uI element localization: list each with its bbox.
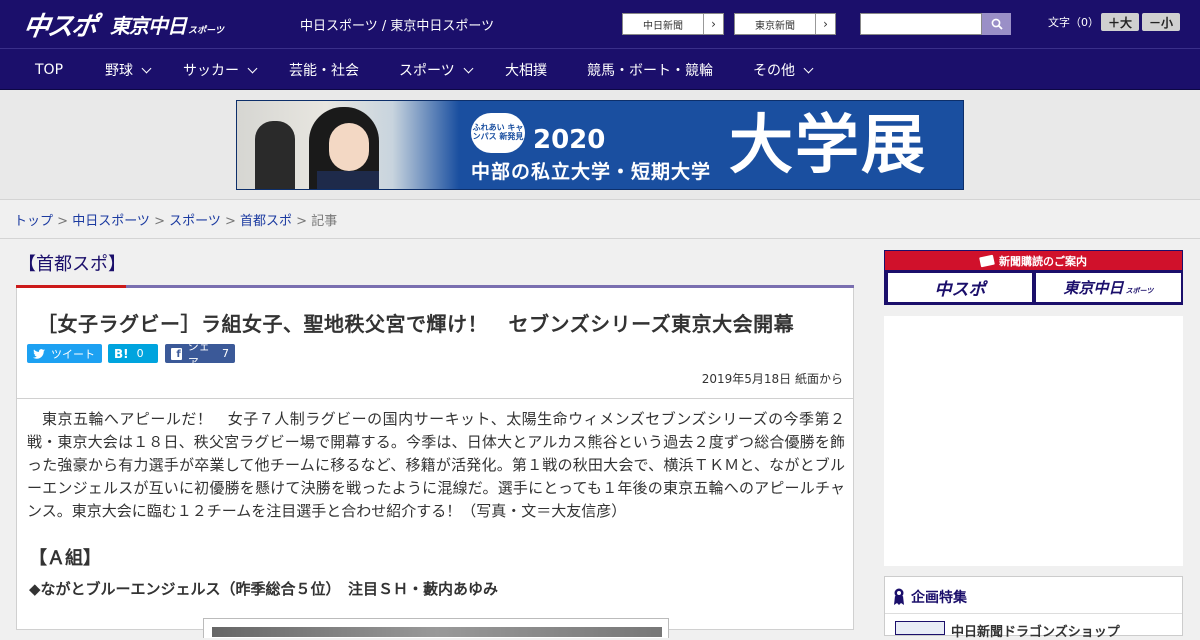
feature-title: 企画特集 xyxy=(893,587,967,607)
nav-label: 野球 xyxy=(105,63,133,79)
nav-item-soccer[interactable]: サッカー xyxy=(183,49,258,91)
nav-label: 芸能・社会 xyxy=(289,63,359,79)
nav-item-sumo[interactable]: 大相撲 xyxy=(505,49,547,91)
chevron-right-icon: › xyxy=(815,14,835,34)
nav-label: スポーツ xyxy=(399,63,455,79)
nav-item-top[interactable]: TOP xyxy=(35,49,63,91)
nav-item-sports[interactable]: スポーツ xyxy=(399,49,474,91)
search-icon xyxy=(991,18,1003,30)
feature-title-label: 企画特集 xyxy=(911,590,967,606)
breadcrumb: トップ > 中日スポーツ > スポーツ > 首都スポ > 記事 xyxy=(14,210,337,229)
logo-chuspo: 中スポ xyxy=(21,11,98,42)
subscribe-tokyo-small: スポーツ xyxy=(1125,286,1154,295)
font-smaller-button[interactable]: －小 xyxy=(1142,13,1180,31)
site-logo[interactable]: 中スポ 東京中日 スポーツ xyxy=(21,6,224,42)
tweet-label: ツイート xyxy=(51,347,95,361)
student-uniform xyxy=(317,171,379,189)
banner-year: 2020 xyxy=(533,125,606,155)
article-body: 東京五輪へアピールだ！ 女子７人制ラグビーの国内サーキット、太陽生命ウィメンズセ… xyxy=(27,410,845,520)
nav-item-racing[interactable]: 競馬・ボート・競輪 xyxy=(587,49,713,91)
article-date: 2019年5月18日 紙面から xyxy=(701,372,843,386)
subscription-header[interactable]: 新聞購読のご案内 xyxy=(885,251,1182,270)
font-size-label: 文字（0） xyxy=(1048,16,1099,29)
feature-box: 企画特集 中日新聞ドラゴンズショップ xyxy=(884,576,1183,640)
subscription-label: 新聞購読のご案内 xyxy=(999,254,1087,268)
banner-subtitle: 中部の私立大学・短期大学 xyxy=(471,161,712,183)
article: ［女子ラグビー］ラ組女子、聖地秩父宮で輝け！ セブンズシリーズ東京大会開幕 ツイ… xyxy=(16,288,854,638)
chevron-down-icon xyxy=(247,63,258,73)
newspaper-icon xyxy=(979,254,995,267)
nav-label: サッカー xyxy=(183,63,239,79)
breadcrumb-top[interactable]: トップ xyxy=(14,214,53,229)
logo-tokyo-chunichi: 東京中日 xyxy=(110,13,187,38)
university-fair-banner[interactable]: ふれあい キャンパス 新発見 2020 中部の私立大学・短期大学 大学展 xyxy=(236,100,964,190)
breadcrumb-sep: > xyxy=(292,214,312,229)
student-face xyxy=(329,123,369,171)
team-heading: ◆ながとブルーエンジェルス（昨季総合５位） 注目ＳＨ・藪内あゆみ xyxy=(29,580,499,598)
divider xyxy=(0,238,1200,239)
nav-label: TOP xyxy=(35,62,64,78)
advertisement-slot xyxy=(884,316,1183,566)
subscribe-tokyo-label: 東京中日 xyxy=(1063,279,1124,297)
dragons-shop-thumbnail[interactable] xyxy=(895,621,945,635)
breadcrumb-chunichi-sports[interactable]: 中日スポーツ xyxy=(72,214,150,229)
hatena-count: 0 xyxy=(136,347,144,360)
hatena-icon: B! xyxy=(114,346,129,361)
subscribe-chuspo-button[interactable]: 中スポ xyxy=(888,273,1032,302)
student-figure xyxy=(255,121,295,189)
tokyo-shimbun-link[interactable]: 東京新聞 › xyxy=(734,13,836,35)
feature-separator xyxy=(885,613,1182,614)
site-header: 中スポ 東京中日 スポーツ 中日スポーツ / 東京中日スポーツ 中日新聞 › 東… xyxy=(0,0,1200,48)
banner-area: ふれあい キャンパス 新発見 2020 中部の私立大学・短期大学 大学展 xyxy=(0,90,1200,200)
breadcrumb-sep: > xyxy=(149,214,170,229)
article-photo xyxy=(212,627,662,637)
main-nav: TOP 野球 サッカー 芸能・社会 スポーツ 大相撲 競馬・ボート・競輪 その他 xyxy=(0,48,1200,90)
facebook-share-label: シェア xyxy=(187,339,210,369)
chunichi-shimbun-link[interactable]: 中日新聞 › xyxy=(622,13,724,35)
nav-label: その他 xyxy=(753,63,795,79)
facebook-share-count: 7 xyxy=(222,347,229,360)
breadcrumb-sep: > xyxy=(53,214,73,229)
nav-label: 大相撲 xyxy=(505,63,547,79)
category-heading: 【首都スポ】 xyxy=(18,254,126,275)
nav-item-entertainment[interactable]: 芸能・社会 xyxy=(289,49,359,91)
twitter-bird-icon xyxy=(33,348,45,359)
breadcrumb-sports[interactable]: スポーツ xyxy=(169,214,221,229)
breadcrumb-sep: > xyxy=(220,214,241,229)
site-title: 中日スポーツ / 東京中日スポーツ xyxy=(300,19,495,34)
search-button[interactable] xyxy=(982,13,1011,35)
chunichi-shimbun-label: 中日新聞 xyxy=(643,20,683,32)
hatena-bookmark-button[interactable]: B! 0 xyxy=(108,344,158,363)
chevron-down-icon xyxy=(141,63,152,73)
tweet-button[interactable]: ツイート xyxy=(27,344,102,363)
feature-item-dragons-shop[interactable]: 中日新聞ドラゴンズショップ xyxy=(951,621,1120,640)
tokyo-shimbun-label: 東京新聞 xyxy=(755,20,795,32)
breadcrumb-current: 記事 xyxy=(311,214,338,229)
group-heading: 【Ａ組】 xyxy=(29,548,101,569)
search-form xyxy=(860,13,1011,35)
article-separator xyxy=(17,398,853,399)
chevron-down-icon xyxy=(803,63,814,73)
banner-headline: 大学展 xyxy=(729,109,927,183)
chevron-right-icon: › xyxy=(703,14,723,34)
logo-tokyo-small: スポーツ xyxy=(188,25,224,36)
campus-seal: ふれあい キャンパス 新発見 xyxy=(471,113,525,153)
nav-label: 競馬・ボート・競輪 xyxy=(587,63,713,79)
facebook-icon: f xyxy=(171,347,182,360)
search-input[interactable] xyxy=(860,13,982,35)
breadcrumb-shuto-spo[interactable]: 首都スポ xyxy=(240,214,292,229)
article-headline: ［女子ラグビー］ラ組女子、聖地秩父宮で輝け！ セブンズシリーズ東京大会開幕 xyxy=(37,312,795,336)
nav-item-baseball[interactable]: 野球 xyxy=(105,49,152,91)
article-photo-frame xyxy=(203,618,669,638)
nav-item-other[interactable]: その他 xyxy=(753,49,814,91)
subscribe-tokyo-chunichi-button[interactable]: 東京中日 スポーツ xyxy=(1036,273,1181,302)
font-larger-button[interactable]: ＋大 xyxy=(1101,13,1139,31)
chevron-down-icon xyxy=(463,63,474,73)
subscription-box: 新聞購読のご案内 中スポ 東京中日 スポーツ xyxy=(884,250,1183,305)
facebook-share-button[interactable]: f シェア 7 xyxy=(165,340,235,369)
ribbon-icon xyxy=(894,588,904,605)
